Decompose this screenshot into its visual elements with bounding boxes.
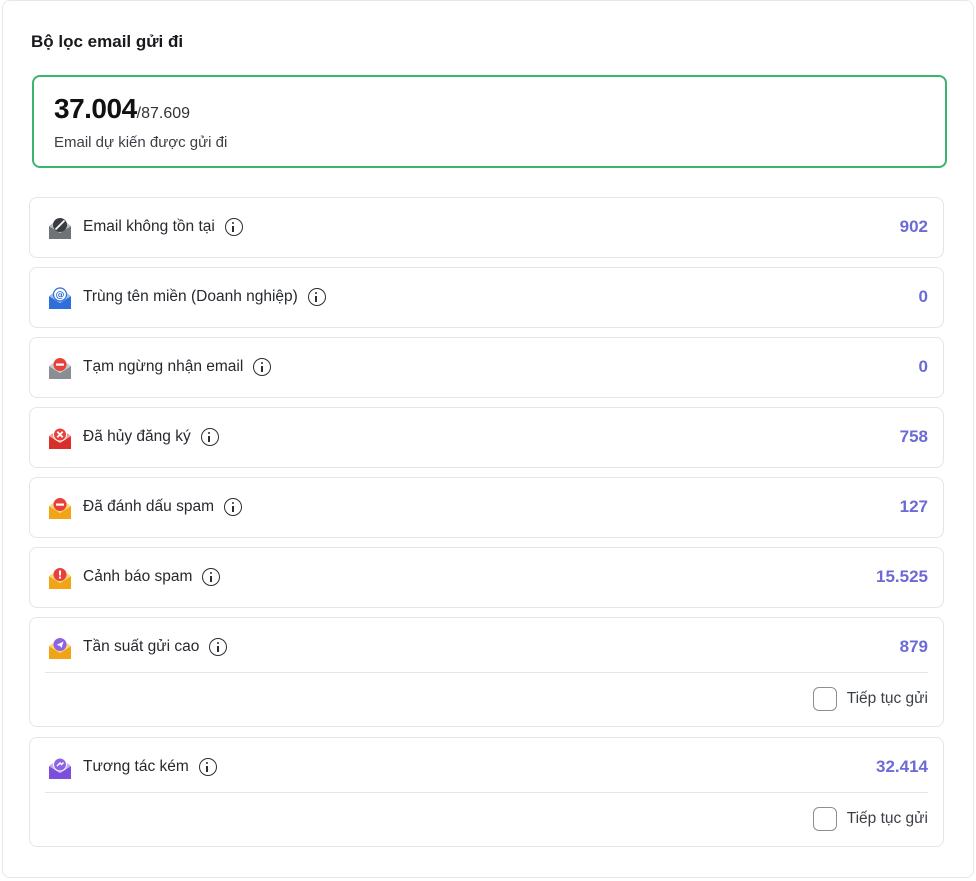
- filter-row-nonexistent-email: Email không tồn tại 902: [29, 197, 944, 258]
- filter-label: Đã hủy đăng ký: [83, 428, 219, 446]
- filter-count: 902: [899, 217, 928, 236]
- envelope-unsubscribe-icon: [49, 427, 71, 449]
- envelope-spam-warning-icon: [49, 568, 71, 589]
- filter-label-text: Tạm ngừng nhận email: [83, 358, 244, 375]
- filter-row-spam-warning: Cảnh báo spam 15.525: [29, 547, 944, 608]
- continue-sending-checkbox[interactable]: [812, 807, 837, 831]
- filter-label-text: Đã đánh dấu spam: [83, 498, 214, 515]
- filter-row-head: Email không tồn tại 902: [30, 198, 943, 257]
- total-count: /87.609: [136, 105, 191, 122]
- continue-sending-toggle[interactable]: Tiếp tục gửi: [812, 807, 928, 831]
- filter-label: Cảnh báo spam: [83, 568, 221, 586]
- envelope-pause-icon: [49, 358, 71, 379]
- row-divider: [45, 792, 928, 793]
- envelope-low-engagement-icon: [49, 757, 71, 779]
- filter-label: Tương tác kém: [83, 758, 217, 776]
- envelope-at-icon: @: [49, 287, 71, 309]
- filter-row-marked-spam: Đã đánh dấu spam 127: [29, 477, 944, 538]
- filter-row-duplicate-domain: @ Trùng tên miền (Doanh nghiệp) 0: [29, 267, 944, 328]
- svg-text:@: @: [56, 291, 65, 301]
- info-icon[interactable]: [200, 428, 219, 446]
- filter-row-head: Đã hủy đăng ký 758: [30, 408, 943, 467]
- expected-count: 37.004: [54, 93, 137, 124]
- continue-sending-label: Tiếp tục gửi: [846, 690, 928, 707]
- filter-row-high-frequency: Tần suất gửi cao 879 Tiếp tục gửi: [29, 617, 944, 727]
- filter-count: 879: [899, 637, 928, 656]
- panel-title: Bộ lọc email gửi đi: [31, 32, 184, 51]
- filter-count: 0: [918, 357, 928, 376]
- filter-label: Tạm ngừng nhận email: [83, 358, 272, 376]
- filter-row-head: Tương tác kém 32.414: [30, 738, 943, 797]
- info-icon[interactable]: [307, 288, 326, 306]
- envelope-blocked-icon: [49, 218, 71, 239]
- envelope-spam-marked-icon: [49, 498, 71, 519]
- filter-label-text: Cảnh báo spam: [83, 568, 193, 585]
- envelope-high-frequency-icon: [49, 638, 71, 659]
- filter-row-head: @ Trùng tên miền (Doanh nghiệp) 0: [30, 268, 943, 327]
- summary-numbers: 37.004/87.609: [54, 93, 190, 125]
- filter-count: 758: [899, 427, 928, 446]
- expected-emails-summary: 37.004/87.609 Email dự kiến được gửi đi: [32, 75, 947, 168]
- filter-label-text: Email không tồn tại: [83, 218, 215, 235]
- info-icon[interactable]: [202, 568, 221, 586]
- filter-label: Trùng tên miền (Doanh nghiệp): [83, 288, 326, 306]
- filter-count: 32.414: [876, 757, 928, 776]
- continue-sending-checkbox[interactable]: [812, 687, 837, 711]
- filter-row-paused-receiving: Tạm ngừng nhận email 0: [29, 337, 944, 398]
- filter-count: 127: [899, 497, 928, 516]
- filter-label: Email không tồn tại: [83, 218, 243, 236]
- filter-row-head: Tần suất gửi cao 879: [30, 618, 943, 677]
- filter-label-text: Trùng tên miền (Doanh nghiệp): [83, 288, 298, 305]
- filter-row-unsubscribed: Đã hủy đăng ký 758: [29, 407, 944, 468]
- filter-row-head: Tạm ngừng nhận email 0: [30, 338, 943, 397]
- filter-label-text: Tương tác kém: [83, 758, 189, 775]
- info-icon[interactable]: [209, 638, 228, 656]
- summary-caption: Email dự kiến được gửi đi: [54, 134, 228, 151]
- info-icon[interactable]: [253, 358, 272, 376]
- filter-label-text: Đã hủy đăng ký: [83, 428, 191, 445]
- continue-sending-label: Tiếp tục gửi: [846, 810, 928, 827]
- filter-label-text: Tần suất gửi cao: [83, 638, 200, 655]
- filter-count: 0: [918, 287, 928, 306]
- continue-sending-toggle[interactable]: Tiếp tục gửi: [812, 687, 928, 711]
- filter-row-low-engagement: Tương tác kém 32.414 Tiếp tục gửi: [29, 737, 944, 847]
- filter-row-head: Đã đánh dấu spam 127: [30, 478, 943, 537]
- info-icon[interactable]: [223, 498, 242, 516]
- info-icon[interactable]: [224, 218, 243, 236]
- filter-label: Đã đánh dấu spam: [83, 498, 242, 516]
- row-divider: [45, 672, 928, 673]
- info-icon[interactable]: [198, 758, 217, 776]
- filter-row-head: Cảnh báo spam 15.525: [30, 548, 943, 607]
- filter-label: Tần suất gửi cao: [83, 638, 228, 656]
- filter-count: 15.525: [876, 567, 928, 586]
